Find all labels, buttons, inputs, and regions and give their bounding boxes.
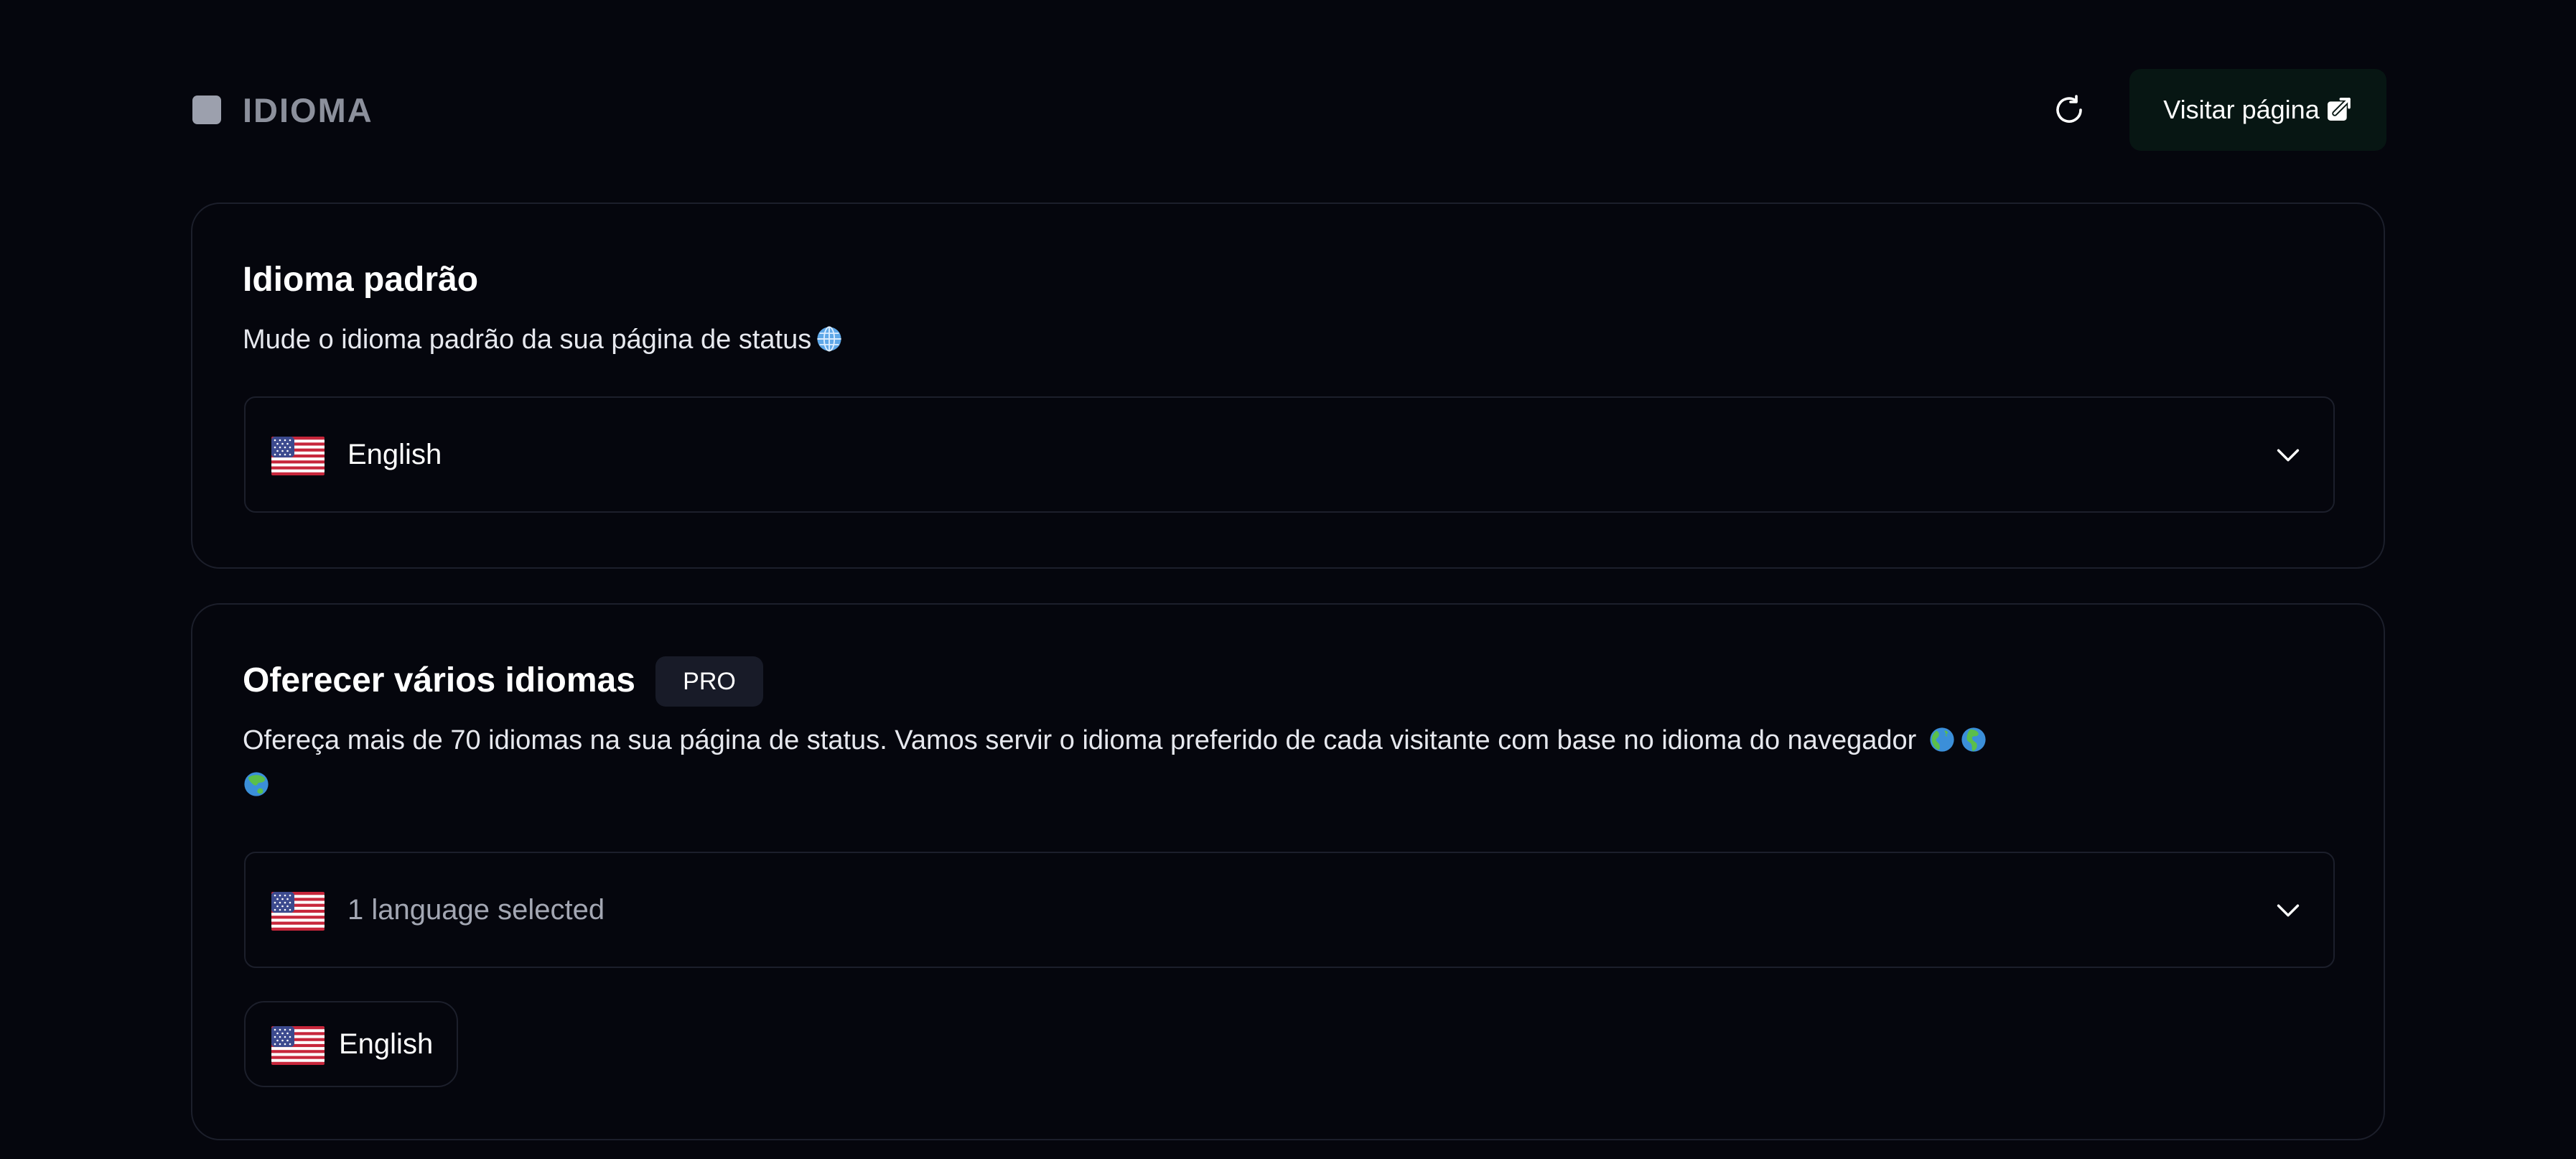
multi-language-title: Oferecer vários idiomas [243, 661, 635, 699]
us-flag-icon [271, 892, 325, 931]
multi-language-description-text: Ofereça mais de 70 idiomas na sua página… [243, 725, 1917, 755]
default-language-value: English [347, 438, 442, 470]
globe-americas-emoji [1930, 727, 1954, 752]
visit-page-label: Visitar página [2163, 95, 2320, 124]
header-title-group: IDIOMA [192, 69, 373, 151]
multi-language-value: 1 language selected [347, 893, 605, 926]
globe-meridians-emoji [817, 326, 841, 352]
default-language-select[interactable]: English [244, 396, 2335, 513]
page-title: IDIOMA [243, 90, 373, 129]
chevron-down-icon [2277, 904, 2300, 917]
chevron-down-icon [2277, 449, 2300, 462]
pro-badge: PRO [655, 656, 763, 707]
square-icon [192, 96, 221, 124]
globe-asia-australia-emoji [244, 772, 269, 796]
default-language-description: Mude o idioma padrão da sua página de st… [243, 317, 2325, 362]
refresh-icon [2056, 95, 2082, 123]
selected-language-label: English [339, 1028, 434, 1060]
multi-language-card: Oferecer vários idiomas PRO Ofereça mais… [191, 603, 2385, 1140]
us-flag-icon [271, 1026, 325, 1065]
selected-language-chip[interactable]: English [244, 1001, 458, 1087]
us-flag-icon [271, 437, 325, 475]
external-link-icon [2324, 96, 2353, 124]
multi-language-select[interactable]: 1 language selected [244, 852, 2335, 968]
multi-language-description: Ofereça mais de 70 idiomas na sua página… [243, 718, 2195, 807]
page-header: IDIOMA Visitar página [192, 69, 2386, 151]
refresh-button[interactable] [2046, 87, 2092, 133]
default-language-title: Idioma padrão [243, 261, 479, 299]
visit-page-button[interactable]: Visitar página [2129, 69, 2386, 151]
globe-europe-africa-emoji [1961, 727, 1986, 752]
default-language-card: Idioma padrão Mude o idioma padrão da su… [191, 203, 2385, 569]
default-language-description-text: Mude o idioma padrão da sua página de st… [243, 325, 812, 355]
